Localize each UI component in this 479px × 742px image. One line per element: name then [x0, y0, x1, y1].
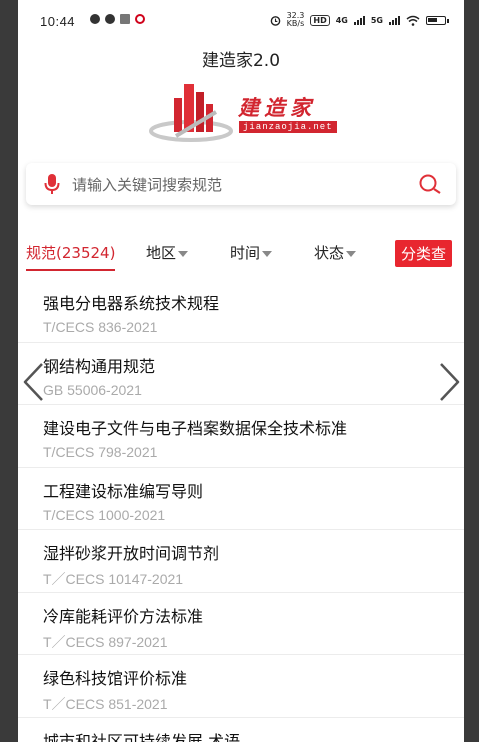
hd-badge: HD — [310, 14, 330, 26]
caret-down-icon — [262, 250, 273, 257]
item-title: 湿拌砂浆开放时间调节剂 — [43, 544, 220, 563]
chevron-left-icon[interactable] — [20, 360, 46, 404]
time-dropdown[interactable]: 时间 — [230, 242, 273, 263]
alarm-icon — [270, 15, 280, 26]
caret-down-icon — [346, 250, 357, 257]
list-item[interactable]: 建设电子文件与电子档案数据保全技术标准 T/CECS 798-2021 — [18, 405, 464, 468]
network-4g: 4G — [335, 15, 348, 25]
standards-list: 强电分电器系统技术规程 T/CECS 836-2021 钢结构通用规范 GB 5… — [18, 280, 464, 742]
list-item[interactable]: 湿拌砂浆开放时间调节剂 T／CECS 10147-2021 — [18, 530, 464, 593]
app-title: 建造家2.0 — [201, 51, 281, 71]
status-time: 10:44 — [40, 14, 76, 29]
list-item[interactable]: 绿色科技馆评价标准 T／CECS 851-2021 — [18, 655, 464, 718]
region-dropdown[interactable]: 地区 — [146, 242, 189, 263]
search-icon[interactable] — [418, 173, 442, 195]
network-speed: 32.3 KB/s — [286, 11, 305, 28]
item-code: GB 55006-2021 — [43, 381, 142, 398]
item-code: T/CECS 798-2021 — [43, 444, 158, 460]
item-title: 钢结构通用规范 — [43, 356, 156, 376]
status-bar: 10:44 32.3 KB/s HD 4G 5G — [18, 8, 464, 36]
news-notification-icon — [120, 14, 130, 24]
chat-notification-icon — [105, 14, 115, 24]
list-item[interactable]: 冷库能耗评价方法标准 T／CECS 897-2021 — [18, 593, 464, 655]
filter-bar: 规范(23524) 地区 时间 状态 分类查 — [18, 236, 464, 276]
notification-icons — [90, 14, 145, 24]
list-item[interactable]: 强电分电器系统技术规程 T/CECS 836-2021 — [18, 280, 464, 343]
microphone-icon[interactable] — [44, 173, 60, 195]
network-5g: 5G — [370, 15, 383, 25]
item-title: 建设电子文件与电子档案数据保全技术标准 — [43, 419, 348, 438]
item-code: T/CECS 836-2021 — [43, 319, 158, 335]
item-title: 城市和社区可持续发展 术语 — [43, 731, 241, 742]
classify-button[interactable]: 分类查 — [394, 240, 452, 267]
logo-url: jianzaojia.net — [239, 121, 337, 133]
chevron-right-icon[interactable] — [437, 360, 463, 404]
item-code: T／CECS 897-2021 — [43, 633, 168, 650]
item-title: 冷库能耗评价方法标准 — [43, 606, 204, 626]
list-item[interactable]: 城市和社区可持续发展 术语 — [18, 718, 464, 742]
logo-building-icon — [149, 84, 233, 142]
list-item[interactable]: 钢结构通用规范 GB 55006-2021 — [18, 343, 464, 405]
item-code: T/CECS 1000-2021 — [43, 506, 166, 523]
item-title: 绿色科技馆评价标准 — [43, 669, 188, 688]
battery-icon — [426, 15, 449, 25]
wifi-icon — [406, 15, 420, 26]
status-dropdown[interactable]: 状态 — [314, 242, 357, 263]
app-notification-icon — [90, 14, 100, 24]
search-bar[interactable]: 请输入关键词搜索规范 — [26, 163, 456, 205]
status-right-icons: 32.3 KB/s HD 4G 5G — [270, 11, 449, 28]
signal-icon — [353, 15, 365, 25]
app-screen: 10:44 32.3 KB/s HD 4G 5G 建造家2.0 建造家 jian… — [18, 0, 464, 742]
item-title: 工程建设标准编写导则 — [43, 481, 204, 501]
search-input[interactable]: 请输入关键词搜索规范 — [72, 174, 222, 195]
tab-standards[interactable]: 规范(23524) — [26, 242, 116, 271]
item-code: T／CECS 851-2021 — [43, 696, 168, 712]
red-app-notification-icon — [135, 14, 145, 24]
caret-down-icon — [178, 250, 189, 257]
logo-text: 建造家 — [238, 96, 316, 120]
item-title: 强电分电器系统技术规程 — [43, 294, 220, 313]
logo: 建造家 jianzaojia.net — [146, 76, 346, 148]
signal-icon-2 — [389, 15, 400, 25]
list-item[interactable]: 工程建设标准编写导则 T/CECS 1000-2021 — [18, 468, 464, 530]
item-code: T／CECS 10147-2021 — [43, 571, 184, 587]
